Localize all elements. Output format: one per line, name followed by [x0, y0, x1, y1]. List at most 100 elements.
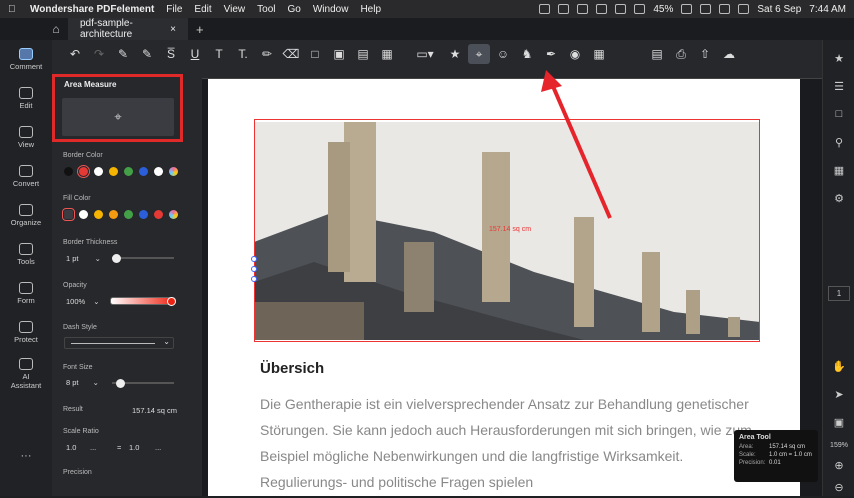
color-swatch-yellow[interactable]	[109, 167, 118, 176]
nav-organize[interactable]: Organize	[0, 196, 52, 235]
color-picker-icon[interactable]	[169, 167, 178, 176]
area-highlight-icon[interactable]: ✎	[136, 44, 158, 64]
dash-style-select[interactable]: ⌄	[64, 337, 174, 349]
app-name[interactable]: Wondershare PDFelement	[30, 4, 154, 15]
opacity-select[interactable]: 100% ⌄	[66, 297, 100, 306]
menu-window[interactable]: Window	[313, 4, 349, 15]
nav-comment[interactable]: Comment	[0, 40, 52, 79]
fill-swatch-green[interactable]	[124, 210, 133, 219]
pdf-page[interactable]: 157.14 sq cm Übersich Die Gentherapie is…	[208, 79, 800, 496]
status-app-icon[interactable]	[539, 4, 551, 14]
highlight-icon[interactable]: ✎	[112, 44, 134, 64]
select-icon[interactable]: ➤	[823, 380, 854, 408]
underline-icon[interactable]: U	[184, 44, 206, 64]
eraser-icon[interactable]: ⌫	[280, 44, 302, 64]
note-icon[interactable]: ▦	[376, 44, 398, 64]
menu-file[interactable]: File	[166, 4, 182, 15]
menu-tool[interactable]: Tool	[257, 4, 275, 15]
scale-left-unit-select[interactable]: ...	[90, 443, 96, 452]
opacity-slider[interactable]	[110, 297, 176, 306]
pin-icon[interactable]: ★	[444, 44, 466, 64]
new-tab-button[interactable]: +	[196, 22, 204, 37]
stamp-icon[interactable]: ♞	[516, 44, 538, 64]
page-number[interactable]: 1	[827, 285, 851, 301]
status-record-icon[interactable]	[577, 4, 589, 14]
strikethrough-icon[interactable]: S̅	[160, 44, 182, 64]
search-icon[interactable]: ⚲	[823, 128, 854, 156]
wifi-icon[interactable]	[700, 4, 712, 14]
fill-swatch-orange[interactable]	[109, 210, 118, 219]
status-input-icon[interactable]	[615, 4, 627, 14]
scale-right-unit-select[interactable]: ...	[155, 443, 161, 452]
nav-more-button[interactable]: ···	[0, 441, 52, 471]
status-bluetooth-icon[interactable]	[558, 4, 570, 14]
nav-protect[interactable]: Protect	[0, 313, 52, 352]
nav-form[interactable]: Form	[0, 274, 52, 313]
pencil-icon[interactable]: ✏	[256, 44, 278, 64]
color-swatch-black[interactable]	[64, 167, 73, 176]
properties-icon[interactable]: ☰	[823, 72, 854, 100]
fill-swatch-white[interactable]	[79, 210, 88, 219]
font-size-slider[interactable]	[112, 378, 174, 388]
cloud-upload-icon[interactable]: ☁	[718, 44, 740, 64]
slider-knob[interactable]	[116, 378, 125, 388]
font-size-select[interactable]: 8 pt ⌄	[66, 378, 99, 387]
tab-close-icon[interactable]: ×	[170, 24, 176, 35]
vertex-handle[interactable]	[251, 256, 257, 262]
menu-view[interactable]: View	[224, 4, 246, 15]
menu-help[interactable]: Help	[360, 4, 381, 15]
comment-list-icon[interactable]: ▦	[588, 44, 610, 64]
redo-icon[interactable]: ↷	[88, 44, 110, 64]
hand-icon[interactable]: ✋	[823, 352, 854, 380]
zoom-in-icon[interactable]: ⊕	[823, 454, 854, 476]
nav-convert[interactable]: Convert	[0, 157, 52, 196]
text-comment-icon[interactable]: □	[304, 44, 326, 64]
nav-edit[interactable]: Edit	[0, 79, 52, 118]
color-swatch-green[interactable]	[124, 167, 133, 176]
nav-ai-assistant[interactable]: AI Assistant	[0, 352, 52, 396]
undo-icon[interactable]: ↶	[64, 44, 86, 64]
callout-icon[interactable]: ▤	[352, 44, 374, 64]
status-cast-icon[interactable]	[596, 4, 608, 14]
slider-knob[interactable]	[112, 253, 121, 263]
attachment-icon[interactable]: ⚙	[823, 184, 854, 212]
zoom-out-icon[interactable]: ⊖	[823, 476, 854, 498]
print-icon[interactable]: ⎙	[670, 44, 692, 64]
battery-icon[interactable]	[681, 4, 693, 14]
fit-page-icon[interactable]: ▣	[823, 408, 854, 436]
vertex-handle[interactable]	[251, 276, 257, 282]
color-swatch-red[interactable]	[77, 165, 90, 178]
color-swatch-white[interactable]	[94, 167, 103, 176]
fill-swatch-yellow[interactable]	[94, 210, 103, 219]
scale-right-input[interactable]: 1.0	[129, 443, 139, 452]
ai-icon[interactable]: ★	[823, 44, 854, 72]
text-box-icon[interactable]: ▣	[328, 44, 350, 64]
fill-swatch-blue[interactable]	[139, 210, 148, 219]
fill-swatch-red[interactable]	[154, 210, 163, 219]
save-icon[interactable]: ▤	[646, 44, 668, 64]
document-canvas[interactable]: 157.14 sq cm Übersich Die Gentherapie is…	[202, 79, 822, 496]
signature-icon[interactable]: ✒	[540, 44, 562, 64]
fill-color-picker-icon[interactable]	[169, 210, 178, 219]
shapes-dropdown-icon[interactable]: ▭▾	[408, 44, 442, 64]
home-icon[interactable]: ⌂	[44, 22, 68, 36]
border-thickness-slider[interactable]	[112, 253, 174, 263]
control-center-icon[interactable]	[738, 4, 750, 14]
comments-icon[interactable]: □	[823, 100, 854, 128]
menu-edit[interactable]: Edit	[194, 4, 211, 15]
show-hide-icon[interactable]: ◉	[564, 44, 586, 64]
search-icon[interactable]	[719, 4, 731, 14]
text-icon[interactable]: T	[208, 44, 230, 64]
share-icon[interactable]: ⇧	[694, 44, 716, 64]
zoom-level[interactable]: 159%	[823, 436, 854, 454]
pages-icon[interactable]: ▦	[823, 156, 854, 184]
vertex-handle[interactable]	[251, 266, 257, 272]
color-swatch-blue[interactable]	[139, 167, 148, 176]
border-thickness-select[interactable]: 1 pt ⌄	[66, 254, 101, 263]
document-tab[interactable]: pdf-sample-architecture ×	[68, 18, 188, 40]
nav-view[interactable]: View	[0, 118, 52, 157]
scale-left-input[interactable]: 1.0	[66, 443, 76, 452]
area-measure-icon[interactable]: ⌖	[468, 44, 490, 64]
sticker-icon[interactable]: ☺	[492, 44, 514, 64]
opacity-knob[interactable]	[167, 297, 176, 306]
